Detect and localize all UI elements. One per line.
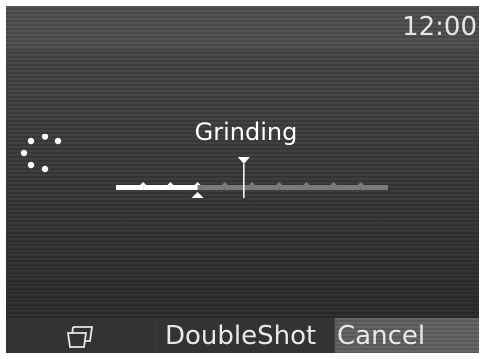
main-content: Grinding: [6, 50, 479, 318]
progress-segment-empty: [333, 185, 361, 190]
current-position-marker-icon: [191, 192, 204, 198]
cancel-softkey[interactable]: Cancel: [335, 318, 479, 353]
coffee-cup-icon: [66, 326, 94, 348]
progress-segment-notch: [140, 182, 147, 185]
softkey-bar: DoubleShot Cancel: [6, 318, 479, 353]
progress-segment-notch: [194, 182, 201, 185]
progress-segment-empty: [252, 185, 280, 190]
grinding-progress-bar: [116, 157, 388, 198]
progress-segment-notch: [276, 182, 283, 185]
progress-segment-filled: [170, 185, 198, 190]
progress-segment-filled: [143, 185, 171, 190]
progress-segment-notch: [167, 182, 174, 185]
progress-segment-empty: [224, 185, 252, 190]
progress-track: [116, 182, 388, 190]
progress-segment-notch: [303, 182, 310, 185]
progress-segment-empty: [360, 185, 388, 190]
progress-segment-empty: [197, 185, 225, 190]
progress-segment-empty: [279, 185, 307, 190]
progress-segment-notch: [249, 182, 255, 185]
device-screen: 12:00 Grinding DoubleShot Cancel: [6, 6, 479, 353]
target-marker-icon: [237, 157, 250, 164]
cup-softkey[interactable]: [6, 318, 156, 353]
progress-segment-empty: [306, 185, 334, 190]
progress-segment-notch: [357, 182, 364, 185]
progress-segment-filled: [116, 185, 144, 190]
double-shot-softkey[interactable]: DoubleShot: [157, 318, 334, 353]
progress-segment-notch: [221, 182, 228, 185]
status-text: Grinding: [194, 118, 298, 146]
loading-spinner-icon: [20, 134, 62, 173]
status-bar: 12:00: [6, 6, 479, 50]
clock: 12:00: [402, 12, 477, 42]
progress-segment-notch: [330, 182, 337, 185]
